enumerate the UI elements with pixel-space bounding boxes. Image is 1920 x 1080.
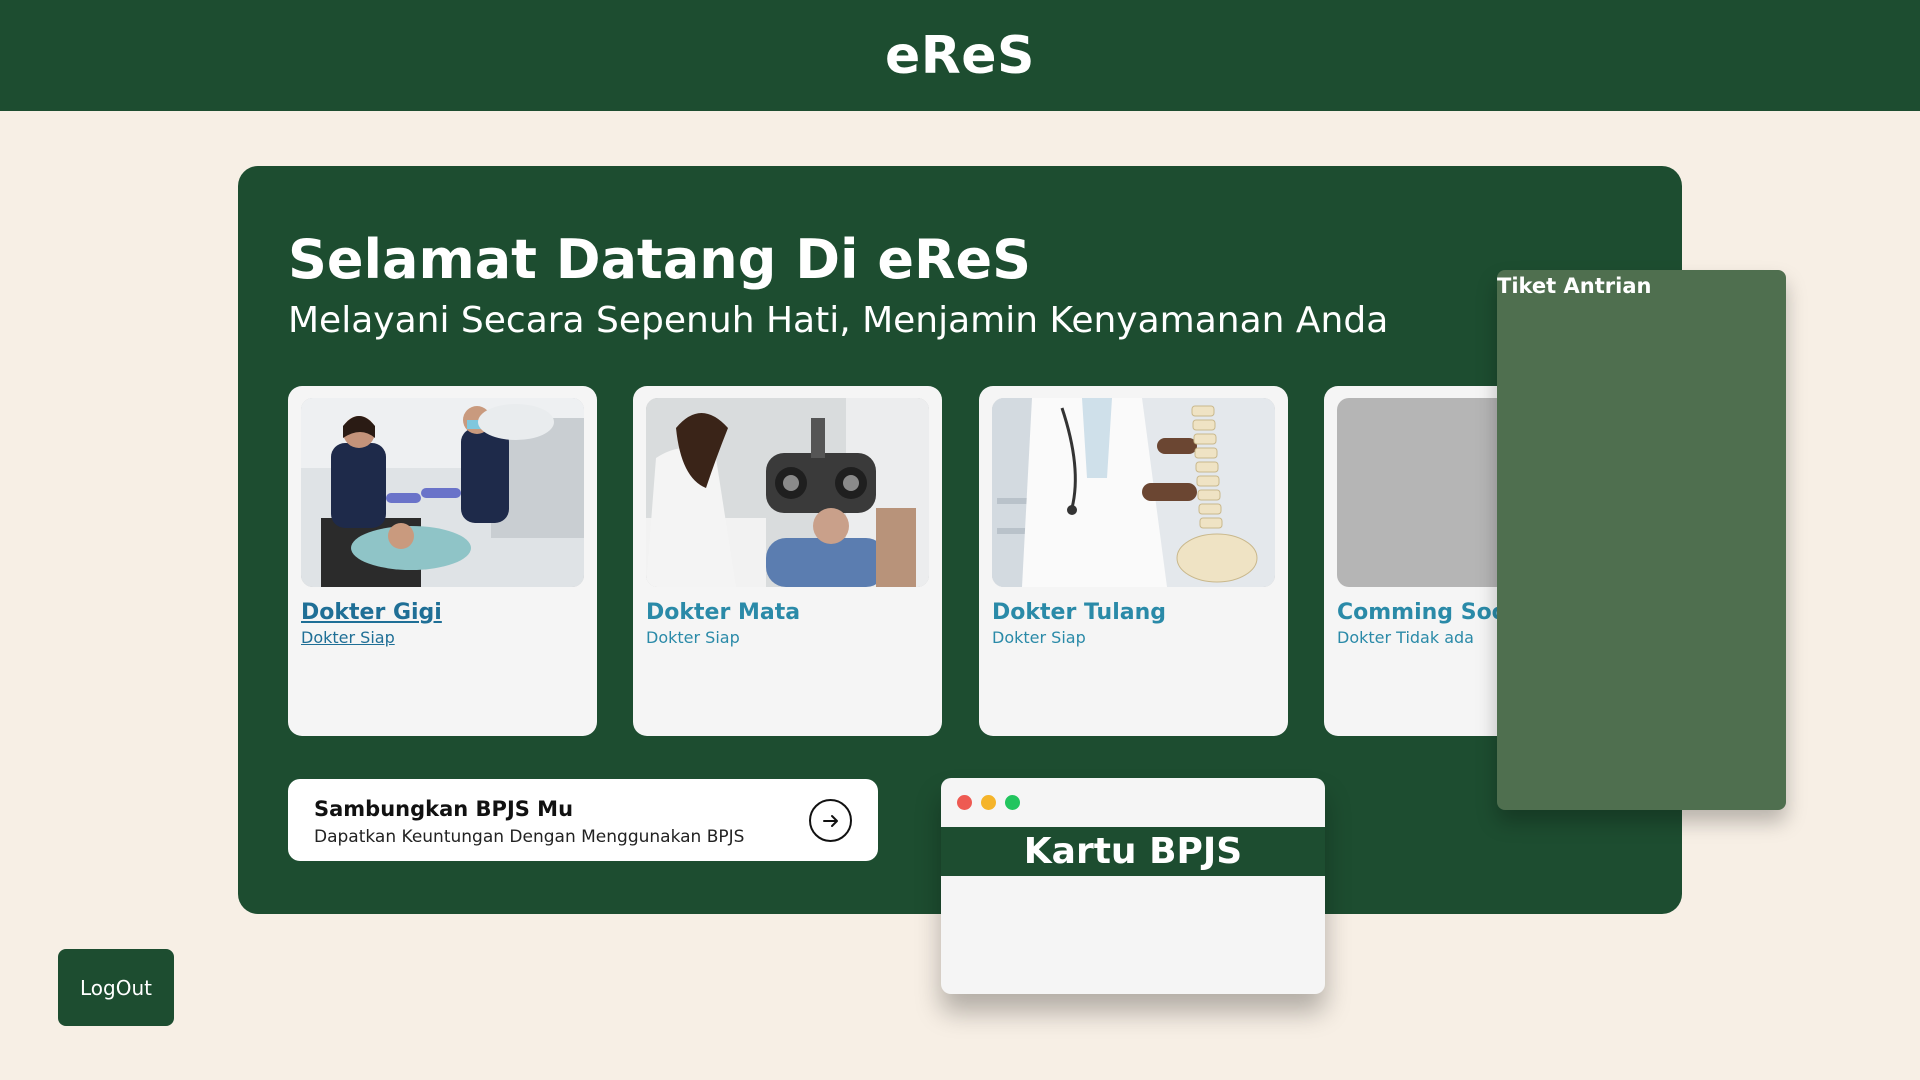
- doctor-card-dentist[interactable]: Dokter Gigi Dokter Siap: [288, 386, 597, 736]
- card-status: Dokter Siap: [301, 628, 395, 647]
- minimize-dot-icon: [981, 795, 996, 810]
- eye-exam-photo: [646, 398, 929, 587]
- page-title: Selamat Datang Di eReS: [288, 228, 1032, 291]
- card-title[interactable]: Dokter Mata: [646, 600, 800, 625]
- bpjs-card-title: Kartu BPJS: [941, 827, 1325, 876]
- window-controls: [957, 795, 1020, 810]
- connect-bpjs-title: Sambungkan BPJS Mu: [314, 797, 574, 821]
- page-subtitle: Melayani Secara Sepenuh Hati, Menjamin K…: [288, 300, 1389, 341]
- card-status: Dokter Tidak ada: [1337, 628, 1474, 647]
- card-title[interactable]: Dokter Tulang: [992, 600, 1166, 625]
- brand-logo: eReS: [884, 25, 1036, 86]
- bpjs-card-window[interactable]: Kartu BPJS: [941, 778, 1325, 994]
- top-bar: eReS: [0, 0, 1920, 111]
- dentist-photo: [301, 398, 584, 587]
- queue-ticket-label: Tiket Antrian: [1497, 274, 1652, 298]
- card-status: Dokter Siap: [646, 628, 740, 647]
- card-title[interactable]: Dokter Gigi: [301, 600, 442, 625]
- close-dot-icon: [957, 795, 972, 810]
- maximize-dot-icon: [1005, 795, 1020, 810]
- card-title[interactable]: Comming Soon: [1337, 600, 1522, 625]
- connect-bpjs-description: Dapatkan Keuntungan Dengan Menggunakan B…: [314, 827, 745, 847]
- doctor-card-eye[interactable]: Dokter Mata Dokter Siap: [633, 386, 942, 736]
- arrow-right-circle-icon[interactable]: [809, 799, 852, 842]
- connect-bpjs-banner[interactable]: Sambungkan BPJS Mu Dapatkan Keuntungan D…: [288, 779, 878, 861]
- doctor-card-bone[interactable]: Dokter Tulang Dokter Siap: [979, 386, 1288, 736]
- spine-doctor-photo: [992, 398, 1275, 587]
- queue-ticket-panel[interactable]: Tiket Antrian: [1497, 270, 1786, 810]
- logout-button[interactable]: LogOut: [58, 949, 174, 1026]
- card-status: Dokter Siap: [992, 628, 1086, 647]
